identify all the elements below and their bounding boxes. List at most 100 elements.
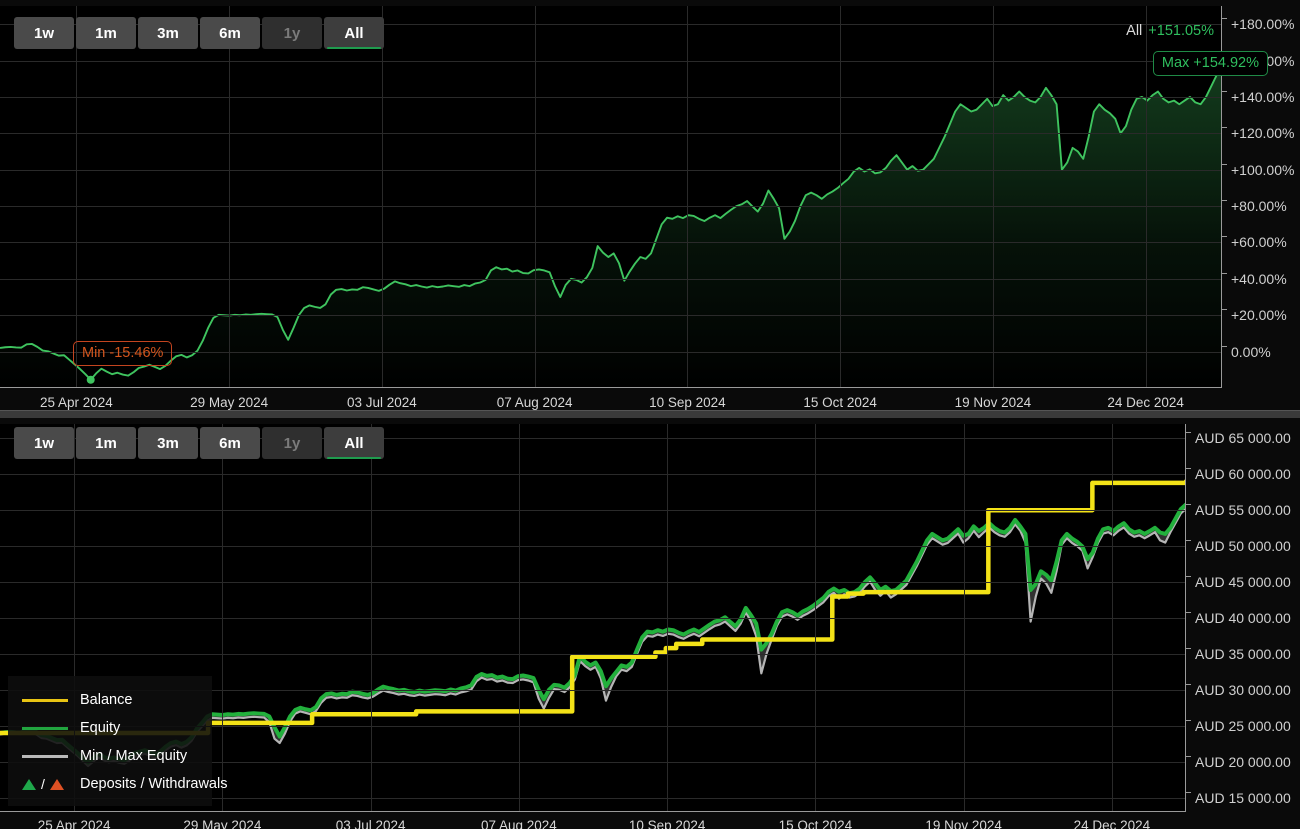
- withdrawal-triangle-icon: [49, 778, 64, 790]
- y-tick-mark: [1186, 504, 1191, 506]
- y-tick-mark: [1222, 18, 1227, 20]
- grid-line: [76, 6, 77, 388]
- legend-label: Deposits / Withdrawals: [80, 776, 228, 792]
- performance-summary: All +151.05%: [1126, 23, 1214, 39]
- x-tick-label: 03 Jul 2024: [335, 818, 406, 829]
- y-tick-mark: [1222, 236, 1227, 238]
- legend-item[interactable]: Min / Max Equity: [22, 742, 198, 770]
- x-tick-label: 10 Sep 2024: [649, 395, 726, 410]
- y-tick-mark: [1222, 345, 1227, 347]
- x-tick-label: 10 Sep 2024: [628, 818, 706, 829]
- performance-range-1m-button[interactable]: 1m: [76, 17, 136, 49]
- y-tick-mark: [1222, 309, 1227, 311]
- y-tick-mark: [1186, 719, 1191, 721]
- y-tick-label: +60.00%: [1231, 234, 1287, 251]
- performance-range-all-button[interactable]: All: [324, 17, 384, 49]
- balance-range-3m-button[interactable]: 3m: [138, 427, 198, 459]
- grid-line: [0, 133, 1222, 134]
- axis-border: [0, 811, 1186, 812]
- summary-growth-value: +151.05%: [1148, 23, 1214, 39]
- x-tick-label: 29 May 2024: [183, 818, 262, 829]
- grid-line: [535, 6, 536, 388]
- y-tick-mark: [1222, 127, 1227, 129]
- grid-line: [382, 6, 383, 388]
- grid-line: [0, 474, 1186, 475]
- legend-separator: /: [41, 776, 45, 792]
- performance-range-1w-button[interactable]: 1w: [14, 17, 74, 49]
- axis-border: [0, 387, 1222, 388]
- y-tick-mark: [1186, 576, 1191, 578]
- y-tick-mark: [1222, 200, 1227, 202]
- balance-chart-legend: Balance Equity Min / Max Equity / Deposits /…: [8, 676, 227, 806]
- summary-period-label: All: [1126, 23, 1143, 39]
- legend-item[interactable]: / Deposits / Withdrawals: [22, 770, 227, 798]
- y-tick-label: AUD 50 000.00: [1195, 538, 1291, 555]
- grid-line: [0, 206, 1222, 207]
- grid-line: [229, 6, 230, 388]
- y-tick-mark: [1186, 791, 1191, 793]
- max-growth-badge: Max +154.92%: [1152, 51, 1268, 76]
- grid-line: [0, 279, 1222, 280]
- y-tick-label: AUD 40 000.00: [1195, 610, 1291, 626]
- y-tick-mark: [1186, 755, 1191, 757]
- grid-line: [0, 170, 1222, 171]
- y-tick-label: +180.00%: [1231, 16, 1295, 33]
- y-tick-label: AUD 15 000.00: [1195, 789, 1291, 806]
- grid-line: [0, 242, 1222, 243]
- y-tick-label: 0.00%: [1231, 343, 1271, 360]
- performance-range-3m-button[interactable]: 3m: [138, 17, 198, 49]
- grid-line: [0, 61, 1222, 62]
- grid-line: [0, 510, 1186, 511]
- grid-line: [0, 315, 1222, 316]
- balance-range-6m-button[interactable]: 6m: [200, 427, 260, 459]
- legend-item[interactable]: Equity: [22, 714, 198, 742]
- legend-marker-group: /: [22, 776, 68, 792]
- trading-dashboard: 1w 1m 3m 6m 1y All All +151.05% Max +154.92% M…: [0, 0, 1300, 829]
- grid-line: [687, 6, 688, 388]
- legend-label: Equity: [80, 720, 121, 736]
- grid-line: [840, 6, 841, 388]
- balance-range-1w-button[interactable]: 1w: [14, 427, 74, 459]
- balance-range-all-button[interactable]: All: [324, 427, 384, 459]
- balance-range-selector[interactable]: 1w 1m 3m 6m 1y All: [14, 427, 386, 459]
- legend-label: Balance: [80, 692, 133, 708]
- x-tick-label: 07 Aug 2024: [496, 395, 573, 410]
- balance-range-1m-button[interactable]: 1m: [76, 427, 136, 459]
- performance-chart-panel: 1w 1m 3m 6m 1y All All +151.05% Max +154.92% M…: [0, 0, 1300, 412]
- y-tick-mark: [1186, 540, 1191, 542]
- y-tick-label: +40.00%: [1231, 270, 1287, 287]
- grid-line: [519, 424, 520, 812]
- legend-color-swatch: [22, 698, 68, 702]
- y-tick-mark: [1186, 432, 1191, 434]
- legend-item[interactable]: Balance: [22, 686, 198, 714]
- x-tick-label: 29 May 2024: [190, 395, 269, 410]
- grid-line: [0, 352, 1222, 353]
- y-tick-mark: [1186, 468, 1191, 470]
- performance-range-selector[interactable]: 1w 1m 3m 6m 1y All: [14, 17, 386, 49]
- grid-line: [0, 582, 1186, 583]
- performance-range-6m-button[interactable]: 6m: [200, 17, 260, 49]
- x-tick-label: 25 Apr 2024: [37, 818, 111, 829]
- y-tick-label: AUD 20 000.00: [1195, 753, 1291, 770]
- grid-line: [667, 424, 668, 812]
- performance-range-1y-button: 1y: [262, 17, 322, 49]
- grid-line: [1112, 424, 1113, 812]
- x-tick-label: 24 Dec 2024: [1107, 395, 1184, 410]
- grid-line: [993, 6, 994, 388]
- grid-line: [0, 546, 1186, 547]
- y-tick-mark: [1186, 612, 1191, 613]
- y-tick-label: AUD 55 000.00: [1195, 502, 1291, 519]
- y-tick-label: +140.00%: [1231, 88, 1295, 105]
- y-tick-label: AUD 60 000.00: [1195, 466, 1291, 483]
- growth-area-fill: [0, 69, 1222, 388]
- legend-color-swatch: [22, 754, 68, 758]
- axis-border: [1185, 424, 1186, 812]
- grid-line: [964, 424, 965, 812]
- legend-color-swatch: [22, 726, 68, 730]
- y-tick-mark: [1222, 272, 1227, 274]
- y-tick-label: AUD 65 000.00: [1195, 430, 1291, 447]
- y-tick-label: AUD 25 000.00: [1195, 717, 1291, 734]
- min-growth-badge: Min -15.46%: [73, 341, 173, 366]
- balance-range-1y-button: 1y: [262, 427, 322, 459]
- grid-line: [815, 424, 816, 812]
